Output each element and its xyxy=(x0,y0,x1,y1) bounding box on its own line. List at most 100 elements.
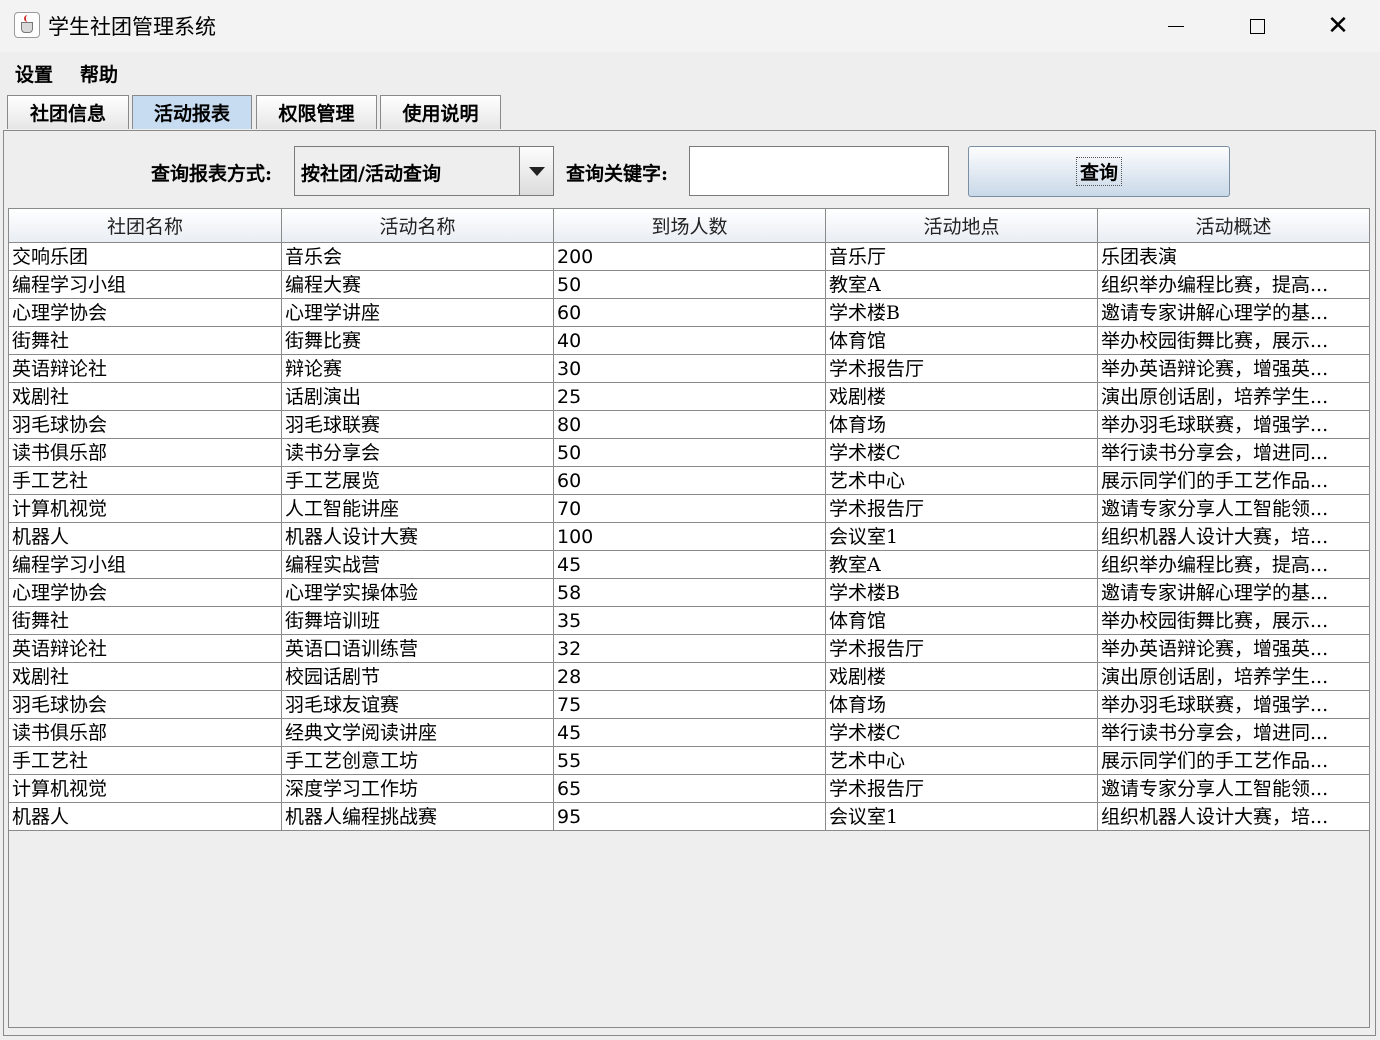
column-header-summary[interactable]: 活动概述 xyxy=(1098,209,1370,243)
summary-cell[interactable]: 举办英语辩论赛，增强英... xyxy=(1098,355,1370,383)
activity-name-cell[interactable]: 手工艺展览 xyxy=(282,467,554,495)
club-name-cell[interactable]: 读书俱乐部 xyxy=(9,719,282,747)
column-header-activity-name[interactable]: 活动名称 xyxy=(282,209,554,243)
attendance-cell[interactable]: 65 xyxy=(554,775,826,803)
activity-name-cell[interactable]: 话剧演出 xyxy=(282,383,554,411)
activity-name-cell[interactable]: 校园话剧节 xyxy=(282,663,554,691)
menu-help[interactable]: 帮助 xyxy=(80,60,118,87)
club-name-cell[interactable]: 手工艺社 xyxy=(9,467,282,495)
activity-name-cell[interactable]: 音乐会 xyxy=(282,243,554,271)
summary-cell[interactable]: 举办校园街舞比赛，展示... xyxy=(1098,607,1370,635)
attendance-cell[interactable]: 25 xyxy=(554,383,826,411)
club-name-cell[interactable]: 心理学协会 xyxy=(9,579,282,607)
club-name-cell[interactable]: 计算机视觉 xyxy=(9,775,282,803)
summary-cell[interactable]: 组织举办编程比赛，提高... xyxy=(1098,271,1370,299)
club-name-cell[interactable]: 机器人 xyxy=(9,803,282,831)
query-mode-select[interactable]: 按社团/活动查询 xyxy=(294,146,554,196)
attendance-cell[interactable]: 50 xyxy=(554,271,826,299)
location-cell[interactable]: 学术楼B xyxy=(826,579,1098,607)
activity-name-cell[interactable]: 编程实战营 xyxy=(282,551,554,579)
club-name-cell[interactable]: 羽毛球协会 xyxy=(9,411,282,439)
column-header-club-name[interactable]: 社团名称 xyxy=(9,209,282,243)
location-cell[interactable]: 音乐厅 xyxy=(826,243,1098,271)
activity-name-cell[interactable]: 编程大赛 xyxy=(282,271,554,299)
attendance-cell[interactable]: 50 xyxy=(554,439,826,467)
activity-name-cell[interactable]: 心理学讲座 xyxy=(282,299,554,327)
club-name-cell[interactable]: 英语辩论社 xyxy=(9,355,282,383)
location-cell[interactable]: 学术报告厅 xyxy=(826,495,1098,523)
activity-name-cell[interactable]: 街舞比赛 xyxy=(282,327,554,355)
summary-cell[interactable]: 举办校园街舞比赛，展示... xyxy=(1098,327,1370,355)
activity-name-cell[interactable]: 人工智能讲座 xyxy=(282,495,554,523)
summary-cell[interactable]: 乐团表演 xyxy=(1098,243,1370,271)
table-row[interactable]: 读书俱乐部 经典文学阅读讲座 45 学术楼C 举行读书分享会，增进同... xyxy=(9,719,1370,747)
location-cell[interactable]: 体育馆 xyxy=(826,607,1098,635)
summary-cell[interactable]: 展示同学们的手工艺作品... xyxy=(1098,467,1370,495)
activity-name-cell[interactable]: 羽毛球友谊赛 xyxy=(282,691,554,719)
location-cell[interactable]: 戏剧楼 xyxy=(826,663,1098,691)
table-row[interactable]: 羽毛球协会 羽毛球联赛 80 体育场 举办羽毛球联赛，增强学... xyxy=(9,411,1370,439)
club-name-cell[interactable]: 英语辩论社 xyxy=(9,635,282,663)
table-row[interactable]: 英语辩论社 英语口语训练营 32 学术报告厅 举办英语辩论赛，增强英... xyxy=(9,635,1370,663)
club-name-cell[interactable]: 羽毛球协会 xyxy=(9,691,282,719)
location-cell[interactable]: 教室A xyxy=(826,551,1098,579)
club-name-cell[interactable]: 机器人 xyxy=(9,523,282,551)
summary-cell[interactable]: 演出原创话剧，培养学生... xyxy=(1098,663,1370,691)
summary-cell[interactable]: 组织举办编程比赛，提高... xyxy=(1098,551,1370,579)
table-row[interactable]: 戏剧社 校园话剧节 28 戏剧楼 演出原创话剧，培养学生... xyxy=(9,663,1370,691)
table-row[interactable]: 英语辩论社 辩论赛 30 学术报告厅 举办英语辩论赛，增强英... xyxy=(9,355,1370,383)
location-cell[interactable]: 学术楼C xyxy=(826,719,1098,747)
activity-name-cell[interactable]: 机器人设计大赛 xyxy=(282,523,554,551)
club-name-cell[interactable]: 读书俱乐部 xyxy=(9,439,282,467)
activity-name-cell[interactable]: 辩论赛 xyxy=(282,355,554,383)
attendance-cell[interactable]: 60 xyxy=(554,467,826,495)
attendance-cell[interactable]: 45 xyxy=(554,551,826,579)
maximize-button[interactable] xyxy=(1217,0,1297,52)
column-header-location[interactable]: 活动地点 xyxy=(826,209,1098,243)
location-cell[interactable]: 学术报告厅 xyxy=(826,355,1098,383)
attendance-cell[interactable]: 28 xyxy=(554,663,826,691)
table-row[interactable]: 读书俱乐部 读书分享会 50 学术楼C 举行读书分享会，增进同... xyxy=(9,439,1370,467)
menu-settings[interactable]: 设置 xyxy=(15,60,53,87)
query-button[interactable]: 查询 xyxy=(968,146,1230,197)
activity-name-cell[interactable]: 深度学习工作坊 xyxy=(282,775,554,803)
summary-cell[interactable]: 举行读书分享会，增进同... xyxy=(1098,439,1370,467)
table-row[interactable]: 编程学习小组 编程大赛 50 教室A 组织举办编程比赛，提高... xyxy=(9,271,1370,299)
summary-cell[interactable]: 演出原创话剧，培养学生... xyxy=(1098,383,1370,411)
summary-cell[interactable]: 邀请专家讲解心理学的基... xyxy=(1098,299,1370,327)
activity-name-cell[interactable]: 街舞培训班 xyxy=(282,607,554,635)
location-cell[interactable]: 学术报告厅 xyxy=(826,775,1098,803)
club-name-cell[interactable]: 编程学习小组 xyxy=(9,551,282,579)
location-cell[interactable]: 学术楼B xyxy=(826,299,1098,327)
table-row[interactable]: 交响乐团 音乐会 200 音乐厅 乐团表演 xyxy=(9,243,1370,271)
minimize-button[interactable] xyxy=(1136,0,1216,52)
location-cell[interactable]: 会议室1 xyxy=(826,523,1098,551)
summary-cell[interactable]: 举办英语辩论赛，增强英... xyxy=(1098,635,1370,663)
location-cell[interactable]: 教室A xyxy=(826,271,1098,299)
club-name-cell[interactable]: 戏剧社 xyxy=(9,383,282,411)
summary-cell[interactable]: 举办羽毛球联赛，增强学... xyxy=(1098,411,1370,439)
attendance-cell[interactable]: 60 xyxy=(554,299,826,327)
club-name-cell[interactable]: 手工艺社 xyxy=(9,747,282,775)
dropdown-arrow-button[interactable] xyxy=(519,147,553,195)
summary-cell[interactable]: 展示同学们的手工艺作品... xyxy=(1098,747,1370,775)
activity-name-cell[interactable]: 心理学实操体验 xyxy=(282,579,554,607)
table-row[interactable]: 计算机视觉 人工智能讲座 70 学术报告厅 邀请专家分享人工智能领... xyxy=(9,495,1370,523)
summary-cell[interactable]: 邀请专家分享人工智能领... xyxy=(1098,495,1370,523)
tab-permission-management[interactable]: 权限管理 xyxy=(256,95,377,129)
table-row[interactable]: 机器人 机器人编程挑战赛 95 会议室1 组织机器人设计大赛，培... xyxy=(9,803,1370,831)
activity-name-cell[interactable]: 读书分享会 xyxy=(282,439,554,467)
attendance-cell[interactable]: 75 xyxy=(554,691,826,719)
activity-name-cell[interactable]: 机器人编程挑战赛 xyxy=(282,803,554,831)
table-row[interactable]: 机器人 机器人设计大赛 100 会议室1 组织机器人设计大赛，培... xyxy=(9,523,1370,551)
table-row[interactable]: 羽毛球协会 羽毛球友谊赛 75 体育场 举办羽毛球联赛，增强学... xyxy=(9,691,1370,719)
attendance-cell[interactable]: 40 xyxy=(554,327,826,355)
club-name-cell[interactable]: 街舞社 xyxy=(9,607,282,635)
attendance-cell[interactable]: 45 xyxy=(554,719,826,747)
summary-cell[interactable]: 举行读书分享会，增进同... xyxy=(1098,719,1370,747)
attendance-cell[interactable]: 80 xyxy=(554,411,826,439)
activity-name-cell[interactable]: 手工艺创意工坊 xyxy=(282,747,554,775)
table-row[interactable]: 手工艺社 手工艺展览 60 艺术中心 展示同学们的手工艺作品... xyxy=(9,467,1370,495)
close-button[interactable]: ✕ xyxy=(1298,0,1378,52)
club-name-cell[interactable]: 街舞社 xyxy=(9,327,282,355)
